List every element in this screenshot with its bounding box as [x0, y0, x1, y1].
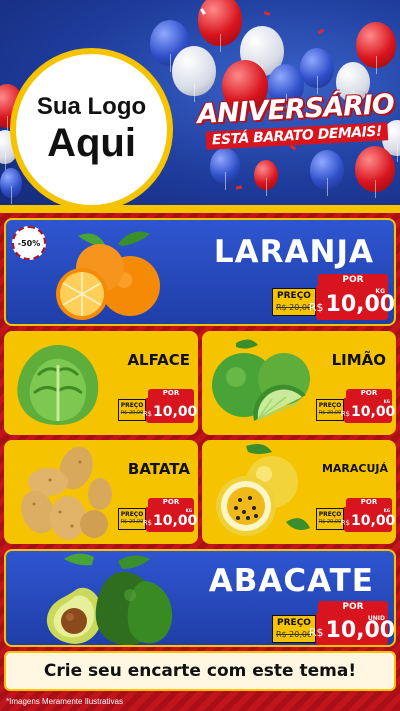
- currency: R$: [340, 410, 351, 418]
- lettuce-icon: [17, 345, 99, 425]
- confetti: [263, 11, 271, 16]
- unit-label: KG: [375, 288, 385, 295]
- balloon-icon: [0, 168, 22, 204]
- new-price-box: KG R$ 10,00: [340, 398, 396, 423]
- product-card-laranja[interactable]: -50% LARANJA POR PREÇO R$ 20,00 KG R$ 10…: [4, 218, 396, 326]
- confetti: [317, 28, 325, 35]
- por-label: POR: [318, 601, 388, 613]
- product-card-abacate[interactable]: ABACATE POR PREÇO R$ 20,00 UNID R$ 10,00: [4, 549, 396, 647]
- old-price: R$ 20,00: [318, 519, 342, 525]
- preco-label: PREÇO: [277, 291, 311, 301]
- avocado-icon: [46, 553, 173, 645]
- header-banner: Sua Logo Aqui ANIVERSÁRIO ESTÁ BARATO DE…: [0, 0, 400, 210]
- balloon-icon: [198, 0, 242, 52]
- currency: R$: [142, 519, 153, 527]
- unit-label: KG: [383, 508, 390, 513]
- new-price: 10,00: [351, 404, 396, 420]
- unit-label: KG: [185, 508, 192, 513]
- preco-label: PREÇO: [318, 402, 342, 409]
- currency: R$: [308, 301, 324, 314]
- logo-line-1: Sua Logo: [36, 93, 147, 121]
- balloon-icon: [210, 148, 240, 190]
- por-label: POR: [346, 389, 392, 398]
- potato-icon: [21, 446, 112, 540]
- preco-label: PREÇO: [120, 402, 144, 409]
- price-tag: POR PREÇO R$ 20,00 R$ 10,00: [118, 389, 198, 423]
- balloon-icon: [355, 146, 395, 198]
- confetti: [289, 144, 297, 151]
- new-price-box: UNID R$ 10,00: [309, 613, 394, 645]
- preco-label: PREÇO: [318, 511, 342, 518]
- new-price-box: KG R$ 10,00: [309, 286, 394, 320]
- por-label: POR: [318, 274, 388, 286]
- product-name: MARACUJÁ: [321, 462, 388, 475]
- old-price: R$ 20,00: [120, 410, 144, 416]
- old-price: R$ 20,00: [120, 519, 144, 525]
- product-name: LARANJA: [213, 234, 374, 270]
- balloon-icon: [172, 46, 216, 102]
- balloon-icon: [254, 160, 278, 196]
- balloon-icon: [356, 22, 396, 74]
- passion-fruit-icon: [216, 444, 310, 536]
- product-name: ALFACE: [127, 351, 190, 369]
- logo-line-2: Aqui: [47, 120, 136, 165]
- discount-badge: -50%: [12, 226, 46, 260]
- por-label: POR: [148, 498, 194, 507]
- new-price-box: R$ 10,00: [142, 398, 198, 423]
- price-tag: POR PREÇO R$ 20,00 KG R$ 10,00: [118, 498, 198, 532]
- disclaimer-footnote: *Imagens Meramente Ilustrativas: [6, 697, 123, 706]
- por-label: POR: [346, 498, 392, 507]
- price-tag: POR PREÇO R$ 20,00 KG R$ 10,00: [272, 274, 394, 320]
- divider: [0, 205, 400, 213]
- product-card-maracuja[interactable]: MARACUJÁ POR PREÇO R$ 20,00 KG R$ 10,00: [202, 440, 396, 544]
- cta-banner[interactable]: Crie seu encarte com este tema!: [4, 651, 396, 691]
- product-name: ABACATE: [208, 563, 374, 599]
- currency: R$: [142, 410, 153, 418]
- lime-icon: [212, 339, 310, 421]
- unit-label: KG: [383, 399, 390, 404]
- new-price: 10,00: [153, 404, 198, 420]
- confetti: [235, 185, 243, 190]
- balloon-icon: [300, 48, 334, 94]
- orange-icon: [56, 231, 160, 320]
- por-label: POR: [148, 389, 194, 398]
- product-card-limao[interactable]: LIMÃO POR PREÇO R$ 20,00 KG R$ 10,00: [202, 331, 396, 435]
- logo-placeholder: Sua Logo Aqui: [10, 48, 173, 210]
- currency: R$: [308, 626, 324, 639]
- anniversary-headline: ANIVERSÁRIO ESTÁ BARATO DEMAIS!: [195, 89, 397, 150]
- product-card-batata[interactable]: BATATA POR PREÇO R$ 20,00 KG R$ 10,00: [4, 440, 198, 544]
- product-name: BATATA: [127, 460, 190, 478]
- price-tag: POR PREÇO R$ 20,00 KG R$ 10,00: [316, 389, 396, 423]
- new-price: 10,00: [153, 513, 198, 529]
- product-card-alface[interactable]: ALFACE POR PREÇO R$ 20,00 R$ 10,00: [4, 331, 198, 435]
- old-price: R$ 20,00: [318, 410, 342, 416]
- product-name: LIMÃO: [331, 351, 386, 369]
- currency: R$: [340, 519, 351, 527]
- new-price: 10,00: [351, 513, 396, 529]
- balloon-icon: [310, 150, 344, 196]
- new-price-box: KG R$ 10,00: [340, 507, 396, 532]
- preco-label: PREÇO: [120, 511, 144, 518]
- price-tag: POR PREÇO R$ 20,00 KG R$ 10,00: [316, 498, 396, 532]
- price-tag: POR PREÇO R$ 20,00 UNID R$ 10,00: [272, 601, 394, 645]
- unit-label: UNID: [367, 615, 385, 622]
- new-price-box: KG R$ 10,00: [142, 507, 198, 532]
